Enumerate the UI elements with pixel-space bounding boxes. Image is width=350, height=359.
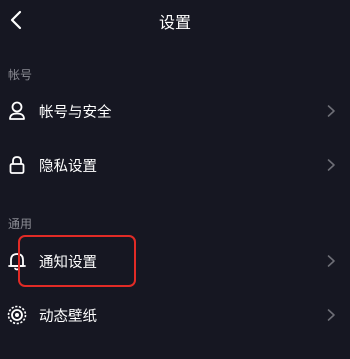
settings-item-privacy[interactable]: 隐私设置: [0, 142, 350, 188]
chevron-right-icon: [327, 159, 335, 171]
wallpaper-icon: [6, 304, 28, 326]
page-title: 设置: [158, 13, 191, 32]
highlight-box: [18, 235, 136, 287]
settings-item-label: 帐号与安全: [39, 105, 112, 121]
top-bar: 设置: [0, 0, 350, 42]
lock-icon: [6, 154, 28, 176]
chevron-right-icon: [327, 105, 335, 117]
chevron-right-icon: [327, 309, 335, 321]
settings-item-account-security[interactable]: 帐号与安全: [0, 88, 350, 134]
settings-item-label: 动态壁纸: [39, 309, 97, 325]
settings-item-label: 隐私设置: [39, 159, 97, 175]
person-icon: [6, 100, 28, 122]
section-header-account: 帐号: [8, 68, 33, 82]
chevron-right-icon: [327, 255, 335, 267]
section-header-general: 通用: [8, 217, 33, 231]
settings-item-wallpaper[interactable]: 动态壁纸: [0, 292, 350, 338]
